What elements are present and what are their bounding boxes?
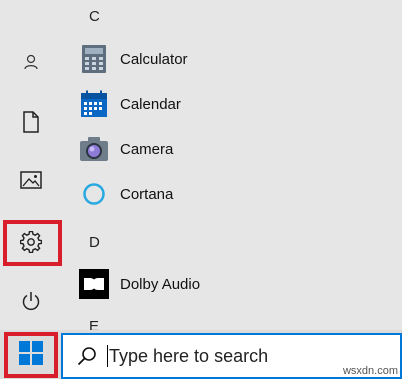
document-icon <box>22 111 40 133</box>
app-cortana[interactable]: Cortana <box>78 177 402 211</box>
pictures-button[interactable] <box>6 158 56 202</box>
app-label: Dolby Audio <box>120 275 201 293</box>
start-sidebar <box>0 0 62 379</box>
app-calendar[interactable]: Calendar <box>78 87 402 121</box>
app-label: Cortana <box>120 185 174 203</box>
app-label: Calendar <box>120 95 181 113</box>
watermark: wsxdn.com <box>342 365 398 377</box>
search-placeholder: Type here to search <box>109 345 269 366</box>
section-header-e[interactable]: E <box>89 318 99 330</box>
app-label: Camera <box>120 140 174 158</box>
start-button[interactable] <box>4 332 58 378</box>
settings-icon <box>20 231 42 253</box>
app-calculator[interactable]: Calculator <box>78 42 402 76</box>
settings-button[interactable] <box>6 220 56 264</box>
app-list: C Calculator Calendar Camera Cortana D D… <box>62 0 402 330</box>
text-cursor <box>107 345 108 367</box>
search-icon <box>77 346 97 366</box>
camera-icon <box>78 133 110 165</box>
section-header-d[interactable]: D <box>89 234 100 251</box>
app-label: Calculator <box>120 50 188 68</box>
windows-logo-icon <box>19 340 43 370</box>
cortana-icon <box>78 178 110 210</box>
app-dolby-audio[interactable]: Dolby Audio <box>78 267 402 301</box>
power-button[interactable] <box>6 279 56 323</box>
app-camera[interactable]: Camera <box>78 132 402 166</box>
taskbar: Type here to search wsxdn.com <box>0 330 402 379</box>
calendar-icon <box>78 88 110 120</box>
user-icon <box>23 54 39 70</box>
pictures-icon <box>20 171 42 189</box>
dolby-icon <box>78 268 110 300</box>
power-icon <box>21 291 41 311</box>
account-button[interactable] <box>6 40 56 84</box>
section-header-c[interactable]: C <box>89 8 100 25</box>
calculator-icon <box>78 43 110 75</box>
documents-button[interactable] <box>6 100 56 144</box>
